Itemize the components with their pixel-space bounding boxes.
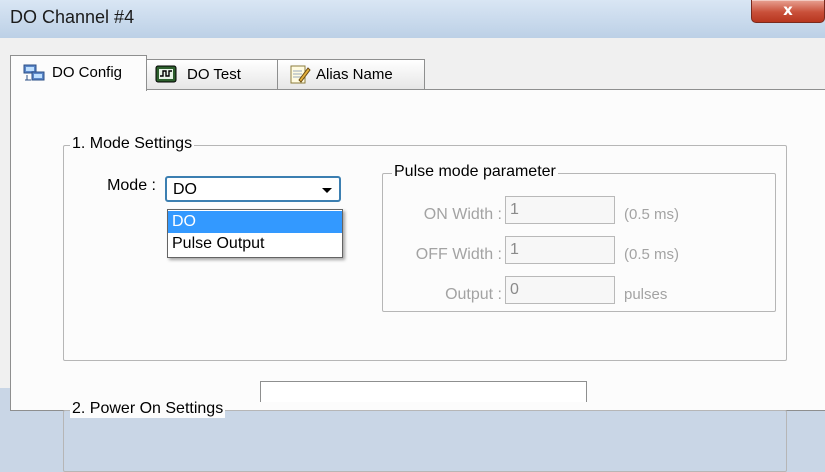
output-label: Output : — [445, 286, 502, 303]
tab-alias-name[interactable]: Alias Name — [277, 59, 425, 89]
network-config-icon — [23, 62, 45, 82]
close-button[interactable]: x — [751, 0, 825, 23]
output-field[interactable]: 0 — [505, 276, 615, 304]
off-width-label: OFF Width : — [415, 246, 502, 263]
tab-do-config[interactable]: DO Config — [10, 55, 147, 91]
power-on-settings-legend: 2. Power On Settings — [70, 400, 226, 418]
chevron-down-icon[interactable] — [322, 188, 332, 193]
window-title: DO Channel #4 — [10, 7, 135, 27]
mode-option-do[interactable]: DO — [168, 211, 342, 233]
pulse-mode-legend: Pulse mode parameter — [392, 163, 558, 181]
monitor-test-icon — [155, 64, 177, 84]
mode-settings-legend: 1. Mode Settings — [70, 135, 195, 153]
on-width-unit: (0.5 ms) — [624, 206, 680, 223]
off-width-unit: (0.5 ms) — [624, 246, 680, 263]
on-width-label: ON Width : — [423, 206, 502, 223]
mode-option-pulse-output[interactable]: Pulse Output — [168, 233, 342, 255]
tab-do-test[interactable]: DO Test — [145, 59, 279, 89]
notepad-pencil-icon — [289, 64, 311, 84]
mode-select-value: DO — [173, 181, 197, 198]
on-width-field[interactable]: 1 — [505, 196, 615, 224]
tab-do-test-label: DO Test — [187, 66, 241, 83]
title-bar[interactable]: DO Channel #4 x — [0, 0, 825, 39]
window-client-area: DO Config DO Test Alias Name 1. Mode Set… — [0, 38, 825, 472]
mode-label: Mode : — [107, 177, 156, 194]
mode-select[interactable]: DO — [165, 176, 341, 202]
off-width-field[interactable]: 1 — [505, 236, 615, 264]
power-on-settings-group: 2. Power On Settings — [63, 400, 787, 472]
close-icon: x — [783, 1, 793, 19]
output-unit: pulses — [624, 286, 668, 303]
tab-do-config-label: DO Config — [52, 64, 123, 81]
mode-dropdown-list: DO Pulse Output — [167, 209, 343, 258]
tab-alias-name-label: Alias Name — [316, 66, 393, 83]
power-on-field[interactable] — [260, 381, 587, 402]
